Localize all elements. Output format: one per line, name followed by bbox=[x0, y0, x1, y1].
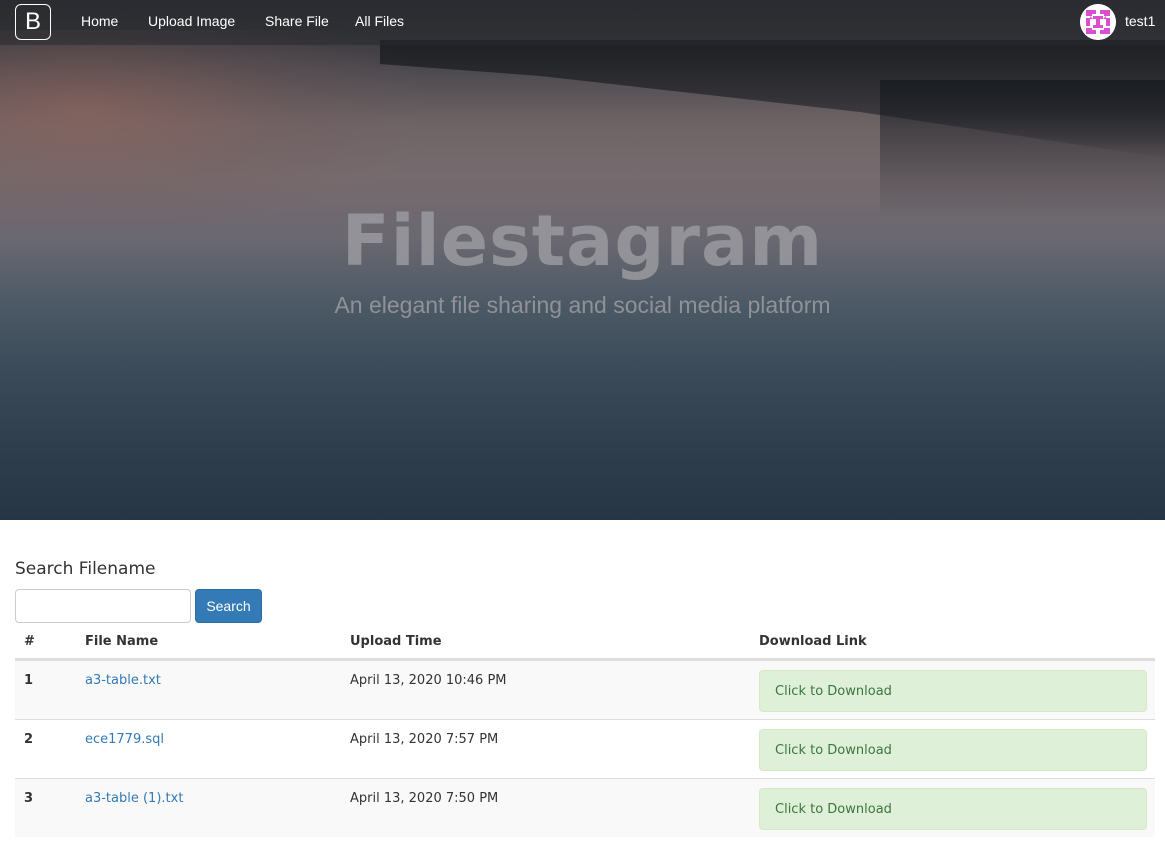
file-name-link[interactable]: a3-table.txt bbox=[85, 673, 161, 688]
search-button[interactable]: Search bbox=[195, 589, 262, 623]
hero-banner: Filestagram An elegant file sharing and … bbox=[0, 0, 1165, 520]
file-name-link[interactable]: ece1779.sql bbox=[85, 732, 164, 747]
nav-home[interactable]: Home bbox=[81, 13, 118, 29]
table-row: 2 ece1779.sql April 13, 2020 7:57 PM Cli… bbox=[15, 719, 1155, 778]
row-number: 3 bbox=[24, 791, 34, 806]
upload-time: April 13, 2020 7:50 PM bbox=[350, 791, 499, 806]
identicon-avatar-icon bbox=[1080, 4, 1116, 40]
nav-upload-image[interactable]: Upload Image bbox=[148, 13, 235, 29]
hero-bg-shadow bbox=[880, 80, 1165, 220]
hero-title: Filestagram bbox=[341, 200, 824, 282]
search-heading: Search Filename bbox=[15, 559, 156, 579]
column-header-number: # bbox=[24, 634, 35, 649]
upload-time: April 13, 2020 7:57 PM bbox=[350, 732, 499, 747]
row-number: 1 bbox=[24, 673, 34, 688]
row-number: 2 bbox=[24, 732, 34, 747]
table-row: 3 a3-table (1).txt April 13, 2020 7:50 P… bbox=[15, 778, 1155, 837]
nav-all-files[interactable]: All Files bbox=[355, 13, 404, 29]
user-avatar[interactable] bbox=[1080, 4, 1116, 40]
top-navbar: B Home Upload Image Share File All Files… bbox=[0, 0, 1165, 45]
search-input[interactable] bbox=[15, 589, 191, 623]
hero-subtitle: An elegant file sharing and social media… bbox=[334, 292, 831, 318]
download-button[interactable]: Click to Download bbox=[759, 788, 1147, 830]
download-button[interactable]: Click to Download bbox=[759, 729, 1147, 771]
brand-logo[interactable]: B bbox=[15, 4, 51, 40]
column-header-file-name: File Name bbox=[85, 634, 159, 649]
download-button[interactable]: Click to Download bbox=[759, 670, 1147, 712]
column-header-download-link: Download Link bbox=[759, 634, 867, 649]
file-name-link[interactable]: a3-table (1).txt bbox=[85, 791, 183, 806]
upload-time: April 13, 2020 10:46 PM bbox=[350, 673, 507, 688]
username-label[interactable]: test1 bbox=[1125, 13, 1155, 29]
table-row: 1 a3-table.txt April 13, 2020 10:46 PM C… bbox=[15, 660, 1155, 719]
nav-share-file[interactable]: Share File bbox=[265, 13, 329, 29]
column-header-upload-time: Upload Time bbox=[350, 634, 442, 649]
